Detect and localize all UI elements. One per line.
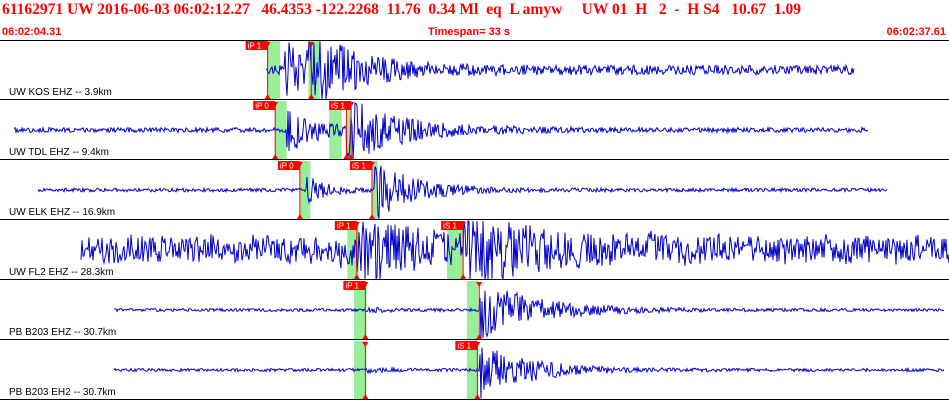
waveform-trace [13, 102, 869, 160]
pick-window [267, 41, 280, 99]
station-label: PB B203 EH2 -- 30.7km [9, 387, 116, 398]
seismogram-panel: iP 1 UW KOS EHZ -- 3.9km iP 0 iS 1 UW TDL EH… [0, 40, 949, 400]
station-label: UW FL2 EHZ -- 28.3km [9, 267, 113, 278]
station-label: UW TDL EHZ -- 9.4km [9, 147, 109, 158]
pick-label: iS 1 [443, 222, 457, 231]
end-time-label: 06:02:37.61 [886, 26, 946, 38]
waveform-trace [37, 165, 888, 219]
trace-panel: iS 1 PB B203 EH2 -- 30.7km [0, 341, 949, 400]
pick-label: iP 0 [255, 102, 269, 111]
event-info-text: 61162971 UW 2016-06-03 06:02:12.27 46.43… [2, 1, 801, 18]
time-axis-header: 06:02:04.31 Timespan= 33 s 06:02:37.61 [0, 24, 949, 40]
pick-label: iS 1 [331, 102, 345, 111]
trace-panel: iP 1 UW KOS EHZ -- 3.9km [0, 40, 949, 100]
event-header: 61162971 UW 2016-06-03 06:02:12.27 46.43… [0, 0, 949, 20]
trace-panel: iP 0 iS 1 UW ELK EHZ -- 16.9km [0, 161, 949, 220]
station-label: UW ELK EHZ -- 16.9km [9, 207, 115, 218]
waveform-trace [80, 220, 949, 280]
pick-label: iS 1 [457, 342, 471, 351]
waveform-trace [114, 290, 945, 339]
pick-label: iP 1 [337, 222, 351, 231]
trace-panel: iP 0 iS 1 UW TDL EHZ -- 9.4km [0, 101, 949, 160]
station-label: PB B203 EHZ -- 30.7km [9, 327, 116, 338]
start-time-label: 06:02:04.31 [2, 26, 62, 38]
pick-label: iP 1 [345, 282, 359, 291]
pick-label: iP 0 [280, 162, 294, 171]
timespan-label: Timespan= 33 s [428, 26, 511, 38]
waveform-trace [265, 40, 855, 100]
pick-label: iS 1 [352, 162, 366, 171]
pick-label: iP 1 [248, 42, 262, 51]
trace-panel: iP 1 iS 1 UW FL2 EHZ -- 28.3km [0, 220, 949, 280]
station-label: UW KOS EHZ -- 3.9km [9, 87, 112, 98]
waveform-trace [113, 347, 945, 399]
trace-panel: iP 1 PB B203 EHZ -- 30.7km [0, 281, 949, 340]
